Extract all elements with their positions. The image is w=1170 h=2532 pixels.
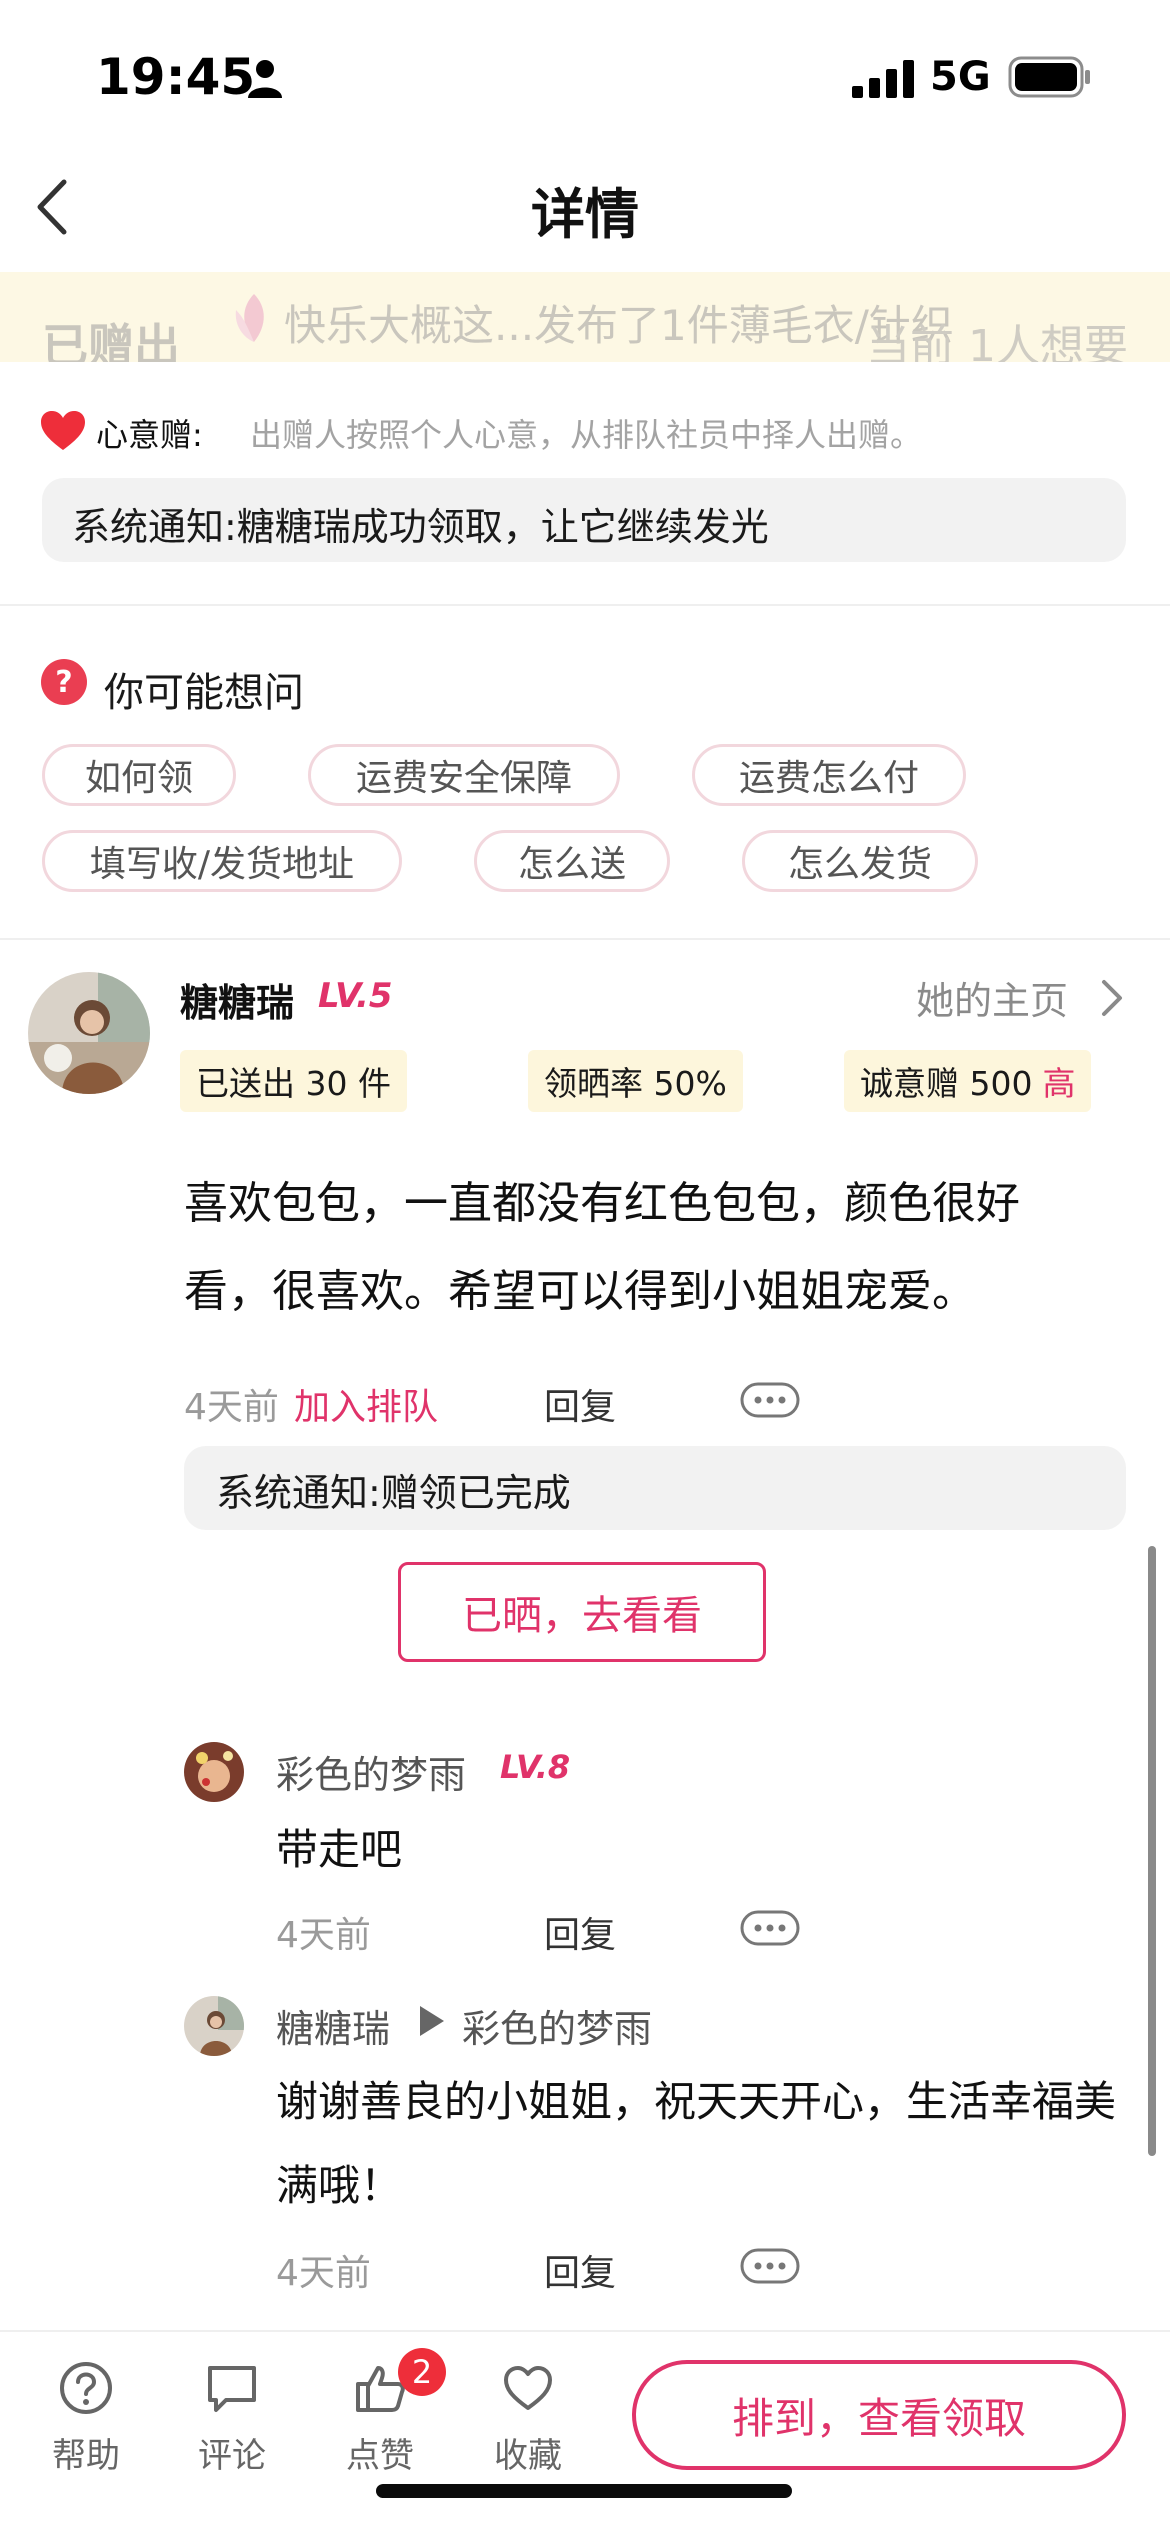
section-divider bbox=[0, 938, 1170, 940]
avatar[interactable] bbox=[184, 1742, 244, 1802]
reply-author-name[interactable]: 彩色的梦雨 bbox=[276, 1744, 466, 1799]
sincerity-level: 高 bbox=[1042, 1064, 1076, 1103]
gift-mode-label: 心意赠: bbox=[96, 416, 203, 454]
avatar[interactable] bbox=[28, 972, 150, 1094]
help-icon bbox=[60, 2362, 112, 2414]
faq-chip-how-to-ship[interactable]: 怎么发货 bbox=[742, 830, 978, 892]
reply-button[interactable]: 回复 bbox=[544, 2244, 616, 2296]
chevron-right-icon[interactable] bbox=[1100, 978, 1124, 1018]
svg-text:?: ? bbox=[55, 665, 72, 700]
completion-notice-text: 系统通知:赠领已完成 bbox=[216, 1471, 571, 1515]
avatar[interactable] bbox=[184, 1996, 244, 2056]
flower-icon bbox=[235, 294, 264, 342]
signal-icon bbox=[852, 60, 914, 98]
level-badge: LV.5 bbox=[318, 976, 393, 1016]
heart-outline-icon bbox=[504, 2366, 552, 2410]
stat-sent-count: 已送出 30 件 bbox=[180, 1050, 407, 1112]
faq-chip-how-to-claim[interactable]: 如何领 bbox=[42, 744, 236, 806]
reply-button[interactable]: 回复 bbox=[544, 1378, 616, 1430]
post-body: 喜欢包包，一直都没有红色包包，颜色很好看，很喜欢。希望可以得到小姐姐宠爱。 bbox=[184, 1178, 1020, 1317]
comment-icon bbox=[208, 2366, 256, 2412]
join-queue-link[interactable]: 加入排队 bbox=[294, 1378, 438, 1430]
home-indicator bbox=[376, 2484, 792, 2498]
more-options-icon[interactable] bbox=[740, 2248, 800, 2284]
battery-icon bbox=[1008, 56, 1090, 98]
network-label: 5G bbox=[930, 54, 991, 100]
gift-status-banner: 已赠出 快乐大概这...发布了1件薄毛衣/针织 当前 1人想要 bbox=[0, 272, 1170, 362]
banner-status-label: 已赠出 bbox=[42, 319, 180, 362]
reply-time: 4天前 bbox=[276, 1915, 371, 1956]
gift-mode-description: 出赠人按照个人心意，从排队社员中择人出赠。 bbox=[250, 416, 923, 454]
faq-chip-shipping-safety[interactable]: 运费安全保障 bbox=[308, 744, 620, 806]
banner-wants-count: 当前 1人想要 bbox=[866, 321, 1128, 362]
section-divider bbox=[0, 604, 1170, 606]
poster-name[interactable]: 糖糖瑞 bbox=[180, 972, 294, 1027]
tab-label: 帮助 bbox=[52, 2436, 120, 2476]
reply-author-name[interactable]: 糖糖瑞 bbox=[276, 1998, 390, 2053]
faq-chip-shipping-payment[interactable]: 运费怎么付 bbox=[692, 744, 966, 806]
more-options-icon[interactable] bbox=[740, 1382, 800, 1418]
scrollbar[interactable] bbox=[1148, 1546, 1156, 2156]
reply-body: 谢谢善良的小姐姐，祝天天开心，生活幸福美满哦！ bbox=[276, 2077, 1117, 2210]
stat-share-rate: 领晒率 50% bbox=[528, 1050, 743, 1112]
tab-label: 评论 bbox=[198, 2436, 266, 2476]
reply-time: 4天前 bbox=[276, 2253, 371, 2294]
post-time: 4天前 bbox=[184, 1387, 279, 1428]
sincerity-value: 诚意赠 500 bbox=[860, 1064, 1033, 1103]
reply-target-name[interactable]: 彩色的梦雨 bbox=[462, 1998, 652, 2053]
reply-body: 带走吧 bbox=[276, 1825, 403, 1874]
claim-button[interactable]: 排到，查看领取 bbox=[632, 2360, 1126, 2470]
page-title: 详情 bbox=[531, 183, 639, 246]
reply-button[interactable]: 回复 bbox=[544, 1906, 616, 1958]
reply-to-arrow-icon bbox=[420, 2006, 444, 2036]
tab-label: 点赞 bbox=[346, 2436, 414, 2476]
like-count-badge: 2 bbox=[398, 2348, 446, 2396]
question-icon: ? bbox=[41, 659, 87, 705]
tab-label: 收藏 bbox=[494, 2436, 562, 2476]
tab-help[interactable]: 帮助 bbox=[26, 2360, 146, 2477]
more-options-icon[interactable] bbox=[740, 1910, 800, 1946]
faq-title: 你可能想问 bbox=[104, 670, 304, 716]
banner-message: 快乐大概这...发布了1件薄毛衣/针织 bbox=[284, 301, 953, 350]
system-notice-text: 系统通知:糖糖瑞成功领取，让它继续发光 bbox=[72, 505, 769, 549]
profile-link[interactable]: 她的主页 bbox=[916, 970, 1068, 1025]
view-share-button[interactable]: 已晒，去看看 bbox=[398, 1562, 766, 1662]
stat-sincerity: 诚意赠 500 高 bbox=[844, 1050, 1092, 1112]
tab-comment[interactable]: 评论 bbox=[172, 2360, 292, 2477]
person-icon bbox=[248, 60, 282, 98]
level-badge: LV.8 bbox=[500, 1748, 571, 1786]
faq-chip-how-to-give[interactable]: 怎么送 bbox=[474, 830, 670, 892]
status-time: 19:45 bbox=[96, 48, 256, 106]
heart-icon bbox=[41, 411, 85, 450]
faq-chip-address[interactable]: 填写收/发货地址 bbox=[42, 830, 402, 892]
tab-favorite[interactable]: 收藏 bbox=[468, 2360, 588, 2477]
